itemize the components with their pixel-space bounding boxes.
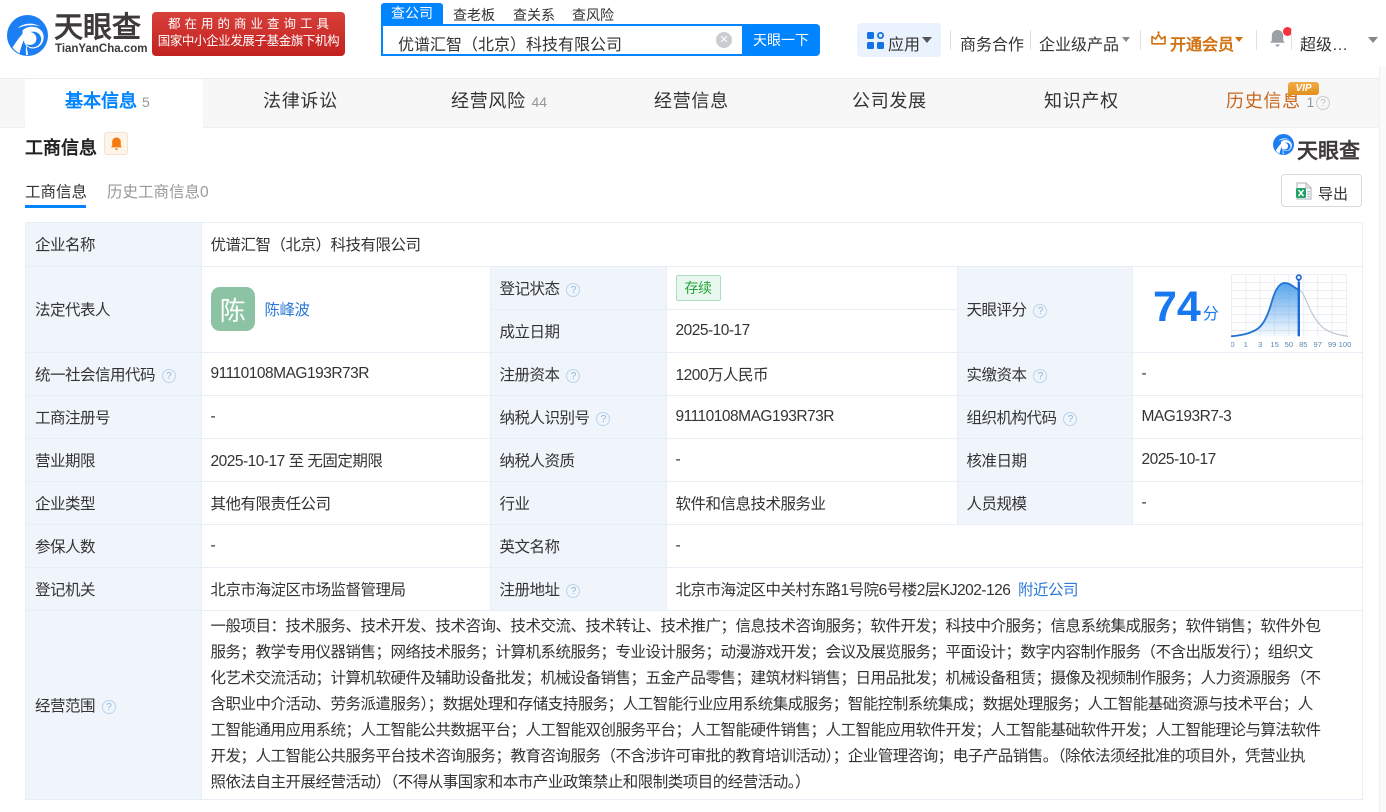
svg-text:99: 99	[1328, 340, 1336, 349]
svg-text:100: 100	[1339, 340, 1351, 349]
svg-text:85: 85	[1299, 340, 1307, 349]
svg-text:0: 0	[1231, 340, 1235, 349]
svg-text:3: 3	[1258, 340, 1262, 349]
svg-text:97: 97	[1313, 340, 1321, 349]
svg-text:50: 50	[1285, 340, 1293, 349]
svg-text:1: 1	[1244, 340, 1248, 349]
svg-text:15: 15	[1270, 340, 1278, 349]
